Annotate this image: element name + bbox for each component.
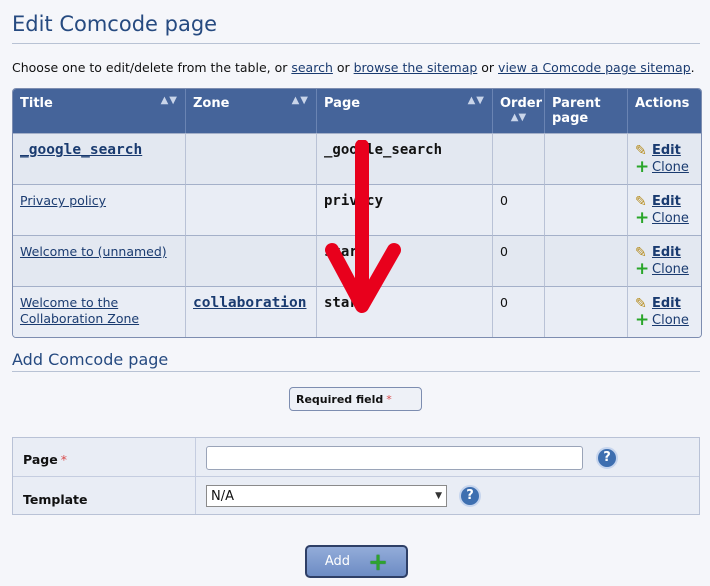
required-star: *	[386, 392, 392, 406]
row-title-link[interactable]: Privacy policy	[20, 193, 106, 208]
row-parent	[545, 235, 628, 286]
table-row: Privacy policy privacy 0 ✎ Edit + Clone	[13, 184, 701, 235]
row-page: start	[324, 244, 367, 260]
intro-text: Choose one to edit/delete from the table…	[12, 60, 695, 75]
form-row-template: Template N/A ▼ ?	[13, 478, 699, 516]
pencil-icon: ✎	[635, 193, 647, 210]
template-field-label: Template	[23, 492, 88, 507]
row-title-link[interactable]: Welcome to the Collaboration Zone	[20, 295, 139, 326]
clone-link[interactable]: Clone	[652, 210, 689, 227]
table-row: Welcome to (unnamed) start 0 ✎ Edit + Clon…	[13, 235, 701, 286]
row-parent	[545, 286, 628, 337]
row-order	[493, 133, 545, 184]
row-title-link[interactable]: Welcome to (unnamed)	[20, 244, 167, 259]
edit-link[interactable]: Edit	[652, 295, 681, 312]
clone-link[interactable]: Clone	[652, 312, 689, 329]
page-field-label: Page *	[23, 452, 67, 467]
column-header-order: Order ▲▼	[493, 89, 545, 133]
clone-link[interactable]: Clone	[652, 261, 689, 278]
row-zone	[186, 184, 317, 235]
table-row: Welcome to the Collaboration Zone collab…	[13, 286, 701, 337]
chevron-down-icon: ▼	[435, 491, 442, 501]
plus-icon: +	[635, 156, 650, 177]
view-comcode-sitemap-link[interactable]: view a Comcode page sitemap	[498, 60, 691, 75]
plus-icon: +	[635, 258, 650, 279]
row-zone	[186, 133, 317, 184]
row-zone	[186, 235, 317, 286]
title-divider	[12, 43, 700, 44]
section-divider	[12, 371, 700, 372]
plus-icon: +	[635, 207, 650, 228]
column-header-actions: Actions	[628, 89, 701, 133]
pencil-icon: ✎	[635, 142, 647, 159]
required-field-note: Required field *	[289, 387, 422, 411]
page-input[interactable]	[206, 446, 583, 470]
row-page: privacy	[324, 193, 384, 209]
pencil-icon: ✎	[635, 295, 647, 312]
add-button[interactable]: Add +	[305, 545, 408, 578]
section-title: Add Comcode page	[12, 350, 169, 369]
plus-icon: +	[635, 309, 650, 330]
edit-link[interactable]: Edit	[652, 142, 681, 159]
edit-link[interactable]: Edit	[652, 193, 681, 210]
row-parent	[545, 184, 628, 235]
column-header-zone: Zone ▲▼	[186, 89, 317, 133]
row-order: 0	[493, 184, 545, 235]
row-page: start	[324, 295, 367, 311]
page-title: Edit Comcode page	[12, 12, 218, 36]
table-row: _google_search _google_search ✎ Edit + Clo…	[13, 133, 701, 184]
clone-link[interactable]: Clone	[652, 159, 689, 176]
row-order: 0	[493, 286, 545, 337]
form-row-page: Page * ?	[13, 438, 699, 477]
column-header-title: Title ▲▼	[13, 89, 186, 133]
column-header-parent-page: Parent page	[545, 89, 628, 133]
sort-arrows-icon[interactable]: ▲▼	[292, 95, 309, 106]
plus-icon: +	[368, 547, 389, 576]
edit-link[interactable]: Edit	[652, 244, 681, 261]
row-order: 0	[493, 235, 545, 286]
results-table: Title ▲▼ Zone ▲▼ Page ▲▼ Order ▲▼ Parent pag…	[12, 88, 702, 338]
sort-arrows-icon[interactable]: ▲▼	[468, 95, 485, 106]
add-page-form: Page * ? Template N/A ▼ ?	[12, 437, 700, 515]
browse-sitemap-link[interactable]: browse the sitemap	[354, 60, 478, 75]
template-select[interactable]: N/A ▼	[206, 485, 447, 507]
row-title-link[interactable]: _google_search	[20, 142, 142, 158]
help-icon[interactable]: ?	[596, 447, 618, 469]
column-header-page: Page ▲▼	[317, 89, 493, 133]
row-zone-link[interactable]: collaboration	[193, 295, 307, 311]
row-parent	[545, 133, 628, 184]
pencil-icon: ✎	[635, 244, 647, 261]
help-icon[interactable]: ?	[459, 485, 481, 507]
sort-arrows-icon[interactable]: ▲▼	[500, 112, 537, 123]
row-page: _google_search	[324, 142, 443, 158]
search-link[interactable]: search	[291, 60, 333, 75]
sort-arrows-icon[interactable]: ▲▼	[161, 95, 178, 106]
